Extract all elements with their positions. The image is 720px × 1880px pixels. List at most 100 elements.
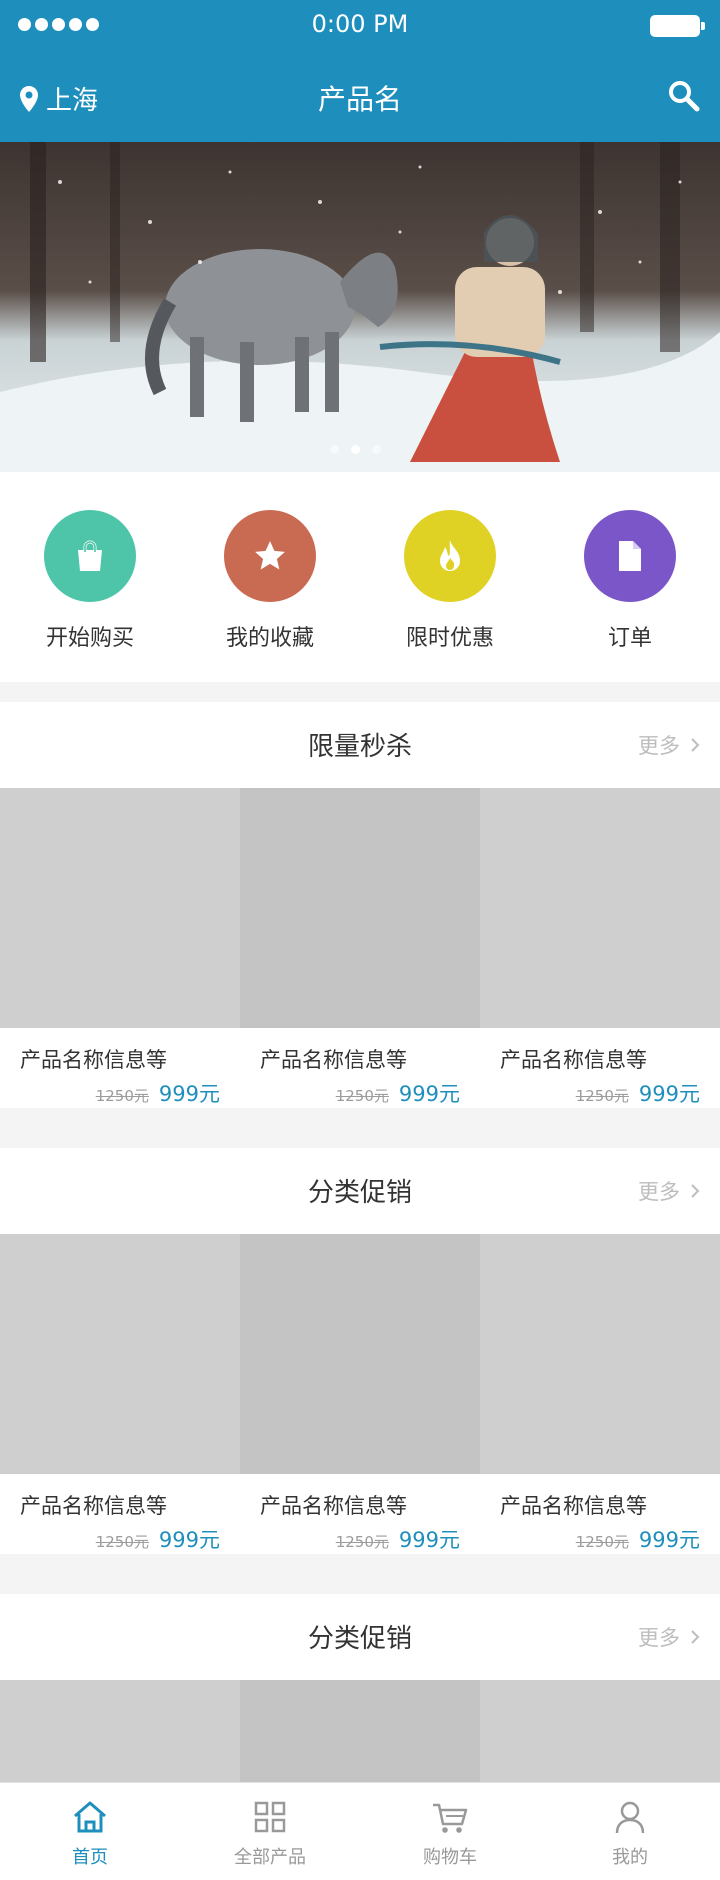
carousel-dot[interactable]: [330, 445, 339, 454]
page-title: 产品名: [317, 83, 402, 116]
product-row: [0, 1680, 720, 1782]
carousel-indicator: [330, 445, 381, 454]
tab-all-products[interactable]: 全部产品: [180, 1783, 360, 1880]
more-label: 更多: [638, 734, 680, 758]
section-title: 限量秒杀: [307, 732, 412, 762]
product-card[interactable]: 产品名称信息等 1250元 999元: [480, 788, 720, 1108]
document-icon: [619, 541, 641, 571]
section-category-promo-2: 分类促销 更多: [0, 1594, 720, 1782]
quick-entry-buy[interactable]: 开始购买: [0, 472, 180, 682]
product-image: [480, 788, 720, 1028]
product-name: 产品名称信息等: [500, 1048, 647, 1072]
tab-cart[interactable]: 购物车: [360, 1783, 540, 1880]
sale-price: 999元: [398, 1082, 460, 1106]
quick-entry-deals[interactable]: 限时优惠: [360, 472, 540, 682]
bottom-tab-bar: 首页 全部产品 购物车 我的: [0, 1782, 720, 1880]
product-card[interactable]: 产品名称信息等 1250元 999元: [0, 788, 240, 1108]
product-price: 1250元 999元: [0, 1520, 240, 1554]
home-icon: [74, 1801, 106, 1833]
section-header: 分类促销 更多: [0, 1148, 720, 1234]
section-header: 分类促销 更多: [0, 1594, 720, 1680]
product-image: [240, 1234, 480, 1474]
more-link[interactable]: 更多: [638, 1176, 700, 1206]
product-row: 产品名称信息等 1250元 999元 产品名称信息等 1250元 999元 产品…: [0, 1234, 720, 1554]
section-category-promo: 分类促销 更多 产品名称信息等 1250元 999元 产品名称信息等 1250元: [0, 1148, 720, 1554]
quick-entry-label: 我的收藏: [225, 626, 314, 651]
carousel-dot[interactable]: [372, 445, 381, 454]
shopping-bag-icon: [78, 540, 102, 571]
product-name: 产品名称信息等: [260, 1048, 407, 1072]
product-name: 产品名称信息等: [500, 1494, 647, 1518]
original-price: 1250元: [335, 1087, 389, 1105]
quick-entry-orders[interactable]: 订单: [540, 472, 720, 682]
product-image: [480, 1234, 720, 1474]
product-card[interactable]: 产品名称信息等 1250元 999元: [0, 1234, 240, 1554]
banner-carousel[interactable]: [0, 142, 720, 472]
product-card[interactable]: [0, 1680, 240, 1782]
quick-entry-label: 订单: [607, 626, 652, 651]
product-card[interactable]: [480, 1680, 720, 1782]
product-image: [480, 1680, 720, 1782]
product-image: [0, 788, 240, 1028]
product-price: 1250元 999元: [480, 1520, 720, 1554]
tab-label: 全部产品: [234, 1847, 306, 1868]
carousel-dot-active[interactable]: [351, 445, 360, 454]
product-card[interactable]: [240, 1680, 480, 1782]
quick-entry-favorites[interactable]: 我的收藏: [180, 472, 360, 682]
quick-entry-circle: [584, 510, 676, 602]
original-price: 1250元: [335, 1533, 389, 1551]
quick-entry-row: 开始购买 我的收藏 限时优惠 订单: [0, 472, 720, 682]
more-label: 更多: [638, 1626, 680, 1650]
flame-icon: [440, 540, 460, 571]
more-label: 更多: [638, 1180, 680, 1204]
sale-price: 999元: [638, 1082, 700, 1106]
product-card[interactable]: 产品名称信息等 1250元 999元: [240, 788, 480, 1108]
sale-price: 999元: [158, 1082, 220, 1106]
original-price: 1250元: [575, 1087, 629, 1105]
sale-price: 999元: [638, 1528, 700, 1552]
search-icon[interactable]: [666, 78, 702, 114]
section-header: 限量秒杀 更多: [0, 702, 720, 788]
chevron-right-icon: [691, 738, 700, 752]
tab-home[interactable]: 首页: [0, 1783, 180, 1880]
chevron-right-icon: [691, 1630, 700, 1644]
quick-entry-circle: [224, 510, 316, 602]
product-card[interactable]: 产品名称信息等 1250元 999元: [240, 1234, 480, 1554]
chevron-right-icon: [691, 1184, 700, 1198]
section-flash-sale: 限量秒杀 更多 产品名称信息等 1250元 999元 产品名称信息等 1250元: [0, 702, 720, 1108]
product-card[interactable]: 产品名称信息等 1250元 999元: [480, 1234, 720, 1554]
sale-price: 999元: [158, 1528, 220, 1552]
section-title: 分类促销: [307, 1178, 412, 1208]
quick-entry-circle: [44, 510, 136, 602]
tab-profile[interactable]: 我的: [540, 1783, 720, 1880]
section-title: 分类促销: [307, 1624, 412, 1654]
product-price: 1250元 999元: [0, 1074, 240, 1108]
quick-entry-label: 开始购买: [45, 626, 134, 651]
tab-label: 首页: [72, 1847, 108, 1868]
home-page: 0:00 PM 上海 产品名 开始购买 我的收藏 限时优惠 订单 限量秒杀 更多…: [0, 0, 720, 1880]
product-price: 1250元 999元: [480, 1074, 720, 1108]
app-header: 上海 产品名: [0, 52, 720, 142]
sale-price: 999元: [398, 1528, 460, 1552]
product-name: 产品名称信息等: [260, 1494, 407, 1518]
product-name: 产品名称信息等: [20, 1048, 167, 1072]
product-price: 1250元 999元: [240, 1074, 480, 1108]
more-link[interactable]: 更多: [638, 1622, 700, 1652]
quick-entry-label: 限时优惠: [405, 626, 494, 651]
tab-label: 我的: [612, 1847, 648, 1868]
user-icon: [615, 1801, 645, 1834]
product-image: [240, 788, 480, 1028]
product-image: [0, 1234, 240, 1474]
product-image: [240, 1680, 480, 1782]
status-time: 0:00 PM: [311, 10, 409, 38]
more-link[interactable]: 更多: [638, 730, 700, 760]
star-icon: [255, 541, 285, 570]
original-price: 1250元: [95, 1087, 149, 1105]
product-price: 1250元 999元: [240, 1520, 480, 1554]
product-image: [0, 1680, 240, 1782]
battery-icon: [650, 15, 705, 37]
banner-image: [0, 142, 720, 472]
product-row: 产品名称信息等 1250元 999元 产品名称信息等 1250元 999元 产品…: [0, 788, 720, 1108]
cart-icon: [433, 1803, 468, 1833]
tab-label: 购物车: [423, 1847, 477, 1868]
